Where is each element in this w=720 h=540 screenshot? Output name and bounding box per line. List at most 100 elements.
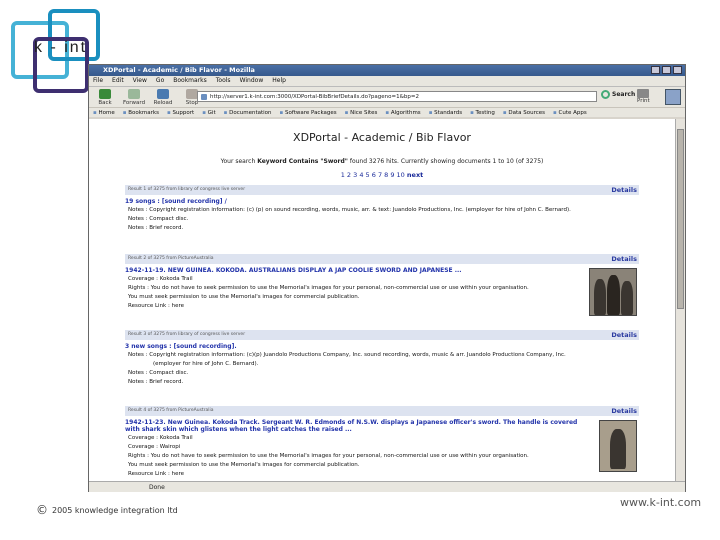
page-title: XDPortal - Academic / Bib Flavor (293, 131, 471, 144)
details-link[interactable]: Details (611, 330, 637, 340)
result-line: Coverage : Wairopi (128, 444, 181, 450)
result-line: Rights : You do not have to seek permiss… (128, 453, 529, 459)
forward-label: Forward (122, 99, 146, 106)
result-photo-thumbnail[interactable] (599, 420, 637, 472)
bookmark-algorithms[interactable]: Algorithms (385, 108, 421, 117)
result-title-link[interactable]: 3 new songs : [sound recording]. (125, 343, 639, 350)
navigation-toolbar: Back Forward Reload Stop http://server1.… (89, 86, 685, 107)
bookmark-support[interactable]: Support (167, 108, 194, 117)
result-title-link[interactable]: 1942-11-23. New Guinea. Kokoda Track. Se… (125, 419, 639, 433)
details-link[interactable]: Details (611, 406, 637, 416)
window-title: XDPortal - Academic / Bib Flavor - Mozil… (103, 66, 255, 74)
maximize-button[interactable] (662, 66, 671, 74)
status-text: Done (149, 484, 165, 491)
result-item: Result 4 of 3275 from PictureAustralia D… (125, 406, 639, 478)
bookmark-nice-sites[interactable]: Nice Sites (345, 108, 377, 117)
bookmark-home[interactable]: Home (93, 108, 114, 117)
result-source: Result 2 of 3275 from PictureAustralia (128, 256, 214, 261)
result-source: Result 1 of 3275 from library of congres… (128, 187, 246, 192)
pagination: 1 2 3 4 5 6 7 8 9 10 next (89, 171, 675, 179)
result-line: You must seek permission to use the Memo… (128, 462, 360, 468)
bookmark-bookmarks[interactable]: Bookmarks (123, 108, 159, 117)
menu-view[interactable]: View (133, 76, 147, 86)
reload-icon (157, 88, 169, 99)
result-line: Notes : Brief record. (128, 225, 184, 231)
summary-query: Keyword Contains "Sword" (257, 158, 348, 165)
result-item: Result 3 of 3275 from library of congres… (125, 330, 639, 386)
details-link[interactable]: Details (611, 254, 637, 264)
search-icon (601, 90, 610, 99)
result-header: Result 4 of 3275 from PictureAustralia D… (125, 406, 639, 416)
search-button[interactable]: Search (601, 90, 635, 99)
browser-window: XDPortal - Academic / Bib Flavor - Mozil… (88, 64, 686, 492)
bookmark-git[interactable]: Git (202, 108, 216, 117)
back-label: Back (98, 99, 112, 106)
printer-icon (637, 89, 650, 98)
bookmark-standards[interactable]: Standards (429, 108, 462, 117)
result-line: Rights : You do not have to seek permiss… (128, 285, 529, 291)
search-summary: Your search Keyword Contains "Sword" fou… (89, 158, 675, 165)
close-button[interactable] (673, 66, 682, 74)
summary-prefix: Your search (220, 158, 258, 165)
bookmark-cute-apps[interactable]: Cute Apps (553, 108, 587, 117)
forward-arrow-icon (128, 88, 140, 99)
browser-throbber-icon (665, 89, 681, 105)
result-line: You must seek permission to use the Memo… (128, 294, 360, 300)
copyright-footer: © 2005 knowledge integration ltd (36, 503, 178, 517)
copyright-text: 2005 knowledge integration ltd (52, 505, 178, 515)
url-field[interactable]: http://server1.k-int.com:3000/XDPortal-B… (197, 91, 597, 102)
print-button[interactable]: Print (637, 89, 650, 104)
result-header: Result 3 of 3275 from library of congres… (125, 330, 639, 340)
menu-help[interactable]: Help (272, 76, 286, 86)
menu-bookmarks[interactable]: Bookmarks (173, 76, 207, 86)
bookmark-software-packages[interactable]: Software Packages (280, 108, 337, 117)
scrollbar-thumb[interactable] (677, 129, 684, 309)
result-photo-thumbnail[interactable] (589, 268, 637, 316)
result-title-link[interactable]: 1942-11-19. NEW GUINEA. KOKODA. AUSTRALI… (125, 267, 639, 274)
copyright-icon: © (36, 503, 48, 517)
page-links[interactable]: 1 2 3 4 5 6 7 8 9 10 (341, 171, 405, 179)
print-label: Print (637, 98, 650, 104)
website-url: www.k-int.com (620, 496, 702, 509)
back-arrow-icon (99, 88, 111, 99)
result-item: Result 2 of 3275 from PictureAustralia D… (125, 254, 639, 316)
result-line: Notes : Copyright registration informati… (128, 207, 571, 213)
reload-button[interactable]: Reload (151, 88, 175, 106)
result-title-link[interactable]: 19 songs : [sound recording] / (125, 198, 639, 205)
bookmarks-toolbar: Home Bookmarks Support Git Documentation… (89, 107, 685, 117)
minimize-button[interactable] (651, 66, 660, 74)
reload-label: Reload (153, 99, 173, 106)
menu-window[interactable]: Window (240, 76, 264, 86)
summary-suffix: found 3276 hits. Currently showing docum… (347, 158, 544, 165)
result-line: Notes : Compact disc. (128, 370, 189, 376)
result-header: Result 1 of 3275 from library of congres… (125, 185, 639, 195)
resource-link[interactable]: Resource Link : here (125, 302, 639, 310)
result-line: Coverage : Kokoda Trail (128, 276, 193, 282)
result-source: Result 3 of 3275 from library of congres… (128, 332, 246, 337)
search-label: Search (612, 91, 636, 98)
menu-tools[interactable]: Tools (216, 76, 231, 86)
result-item: Result 1 of 3275 from library of congres… (125, 185, 639, 232)
details-link[interactable]: Details (611, 185, 637, 195)
status-bar: Done (89, 481, 685, 492)
forward-button[interactable]: Forward (122, 88, 146, 106)
result-line: Notes : Copyright registration informati… (128, 352, 566, 358)
window-titlebar: XDPortal - Academic / Bib Flavor - Mozil… (89, 65, 685, 76)
logo-text: k - int (34, 39, 88, 56)
result-line: Coverage : Kokoda Trail (128, 435, 193, 441)
resource-link[interactable]: Resource Link : here (125, 470, 639, 478)
bookmark-documentation[interactable]: Documentation (224, 108, 271, 117)
result-header: Result 2 of 3275 from PictureAustralia D… (125, 254, 639, 264)
next-link[interactable]: next (407, 171, 423, 179)
result-line: Notes : Compact disc. (128, 216, 189, 222)
bookmark-testing[interactable]: Testing (470, 108, 495, 117)
menu-file[interactable]: File (93, 76, 103, 86)
menu-bar: File Edit View Go Bookmarks Tools Window… (89, 76, 685, 86)
back-button[interactable]: Back (93, 88, 117, 106)
vertical-scrollbar[interactable] (675, 119, 685, 481)
bookmark-data-sources[interactable]: Data Sources (503, 108, 545, 117)
menu-go[interactable]: Go (156, 76, 164, 86)
page-content: XDPortal - Academic / Bib Flavor Your se… (89, 119, 675, 481)
result-line: Notes : Brief record. (128, 379, 184, 385)
menu-edit[interactable]: Edit (112, 76, 124, 86)
